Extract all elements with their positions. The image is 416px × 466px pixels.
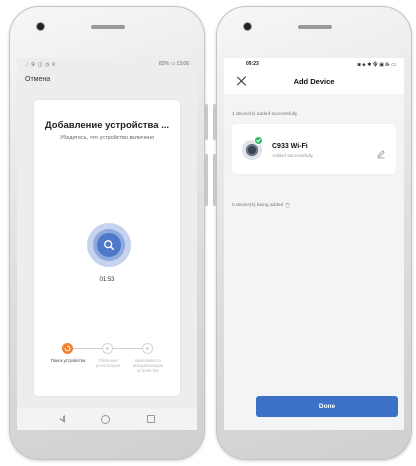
status-bar: .⫶ 令 ◫ ◷ ⚲ 82% ▭ 13:06: [17, 58, 197, 70]
left-screen: .⫶ 令 ◫ ◷ ⚲ 82% ▭ 13:06 Отмена Добавление…: [17, 58, 197, 430]
adding-device-card: Добавление устройства ... Убедитесь, что…: [34, 100, 180, 396]
left-phone-frame: .⫶ 令 ◫ ◷ ⚲ 82% ▭ 13:06 Отмена Добавление…: [9, 6, 208, 460]
step-connector: [70, 348, 106, 349]
step-3-dot: [142, 343, 153, 354]
edit-icon[interactable]: [376, 146, 386, 159]
power-button: [205, 104, 208, 140]
volume-button: [213, 154, 216, 206]
step-2-label: Облачная регистрация: [95, 358, 121, 369]
status-time: 09:23: [246, 61, 259, 67]
page-title: Add Device: [293, 77, 335, 86]
status-icons: ◙ ◈ ✱ 令 ▣ ⊪ ▭: [357, 61, 396, 68]
right-screen: 09:23 ◙ ◈ ✱ 令 ▣ ⊪ ▭ Add Device 1 device(…: [224, 58, 404, 430]
android-nav-bar: [17, 408, 197, 430]
card-title: Добавление устройства ...: [44, 120, 170, 131]
home-icon[interactable]: [101, 414, 111, 424]
front-camera: [37, 23, 44, 30]
card-subtitle: Убедитесь, что устройство включено: [59, 135, 155, 141]
step-1-label: Поиск устройства: [50, 358, 86, 363]
volume-button: [205, 154, 208, 206]
earpiece-speaker: [298, 25, 332, 29]
loading-spinner-icon: [285, 203, 291, 208]
status-battery-time: 82% ▭ 13:06: [158, 61, 189, 67]
progress-steps: Поиск устройства Облачная регистрация Вы…: [34, 343, 180, 387]
device-status: Added successfully: [272, 154, 314, 159]
back-icon[interactable]: [59, 415, 66, 423]
device-card[interactable]: C933 Wi-Fi Added successfully: [232, 124, 396, 174]
step-1-dot: [62, 343, 73, 354]
added-count-label: 1 device(s) added successfully: [232, 112, 298, 117]
check-icon: [254, 136, 263, 145]
countdown-timer: 01:53: [99, 277, 115, 283]
app-header: Add Device: [224, 70, 404, 94]
status-icons: .⫶ 令 ◫ ◷ ⚲: [25, 61, 56, 68]
device-name: C933 Wi-Fi: [272, 143, 308, 150]
adding-count-text: 0 device(s) being added: [232, 203, 284, 208]
adding-count-label: 0 device(s) being added: [224, 203, 298, 208]
search-pulse: [87, 223, 131, 267]
right-phone-frame: 09:23 ◙ ◈ ✱ 令 ▣ ⊪ ▭ Add Device 1 device(…: [213, 6, 412, 460]
search-icon: [97, 233, 121, 257]
status-bar: 09:23 ◙ ◈ ✱ 令 ▣ ⊪ ▭: [224, 58, 404, 70]
step-2-dot: [102, 343, 113, 354]
cancel-button[interactable]: Отмена: [17, 70, 197, 92]
earpiece-speaker: [91, 25, 125, 29]
recents-icon[interactable]: [146, 415, 155, 423]
step-3-label: Выполняется инициализация устройства: [132, 358, 164, 374]
power-button: [213, 104, 216, 140]
front-camera: [244, 23, 251, 30]
spinner-icon: [64, 345, 71, 352]
done-button[interactable]: Done: [256, 396, 398, 417]
